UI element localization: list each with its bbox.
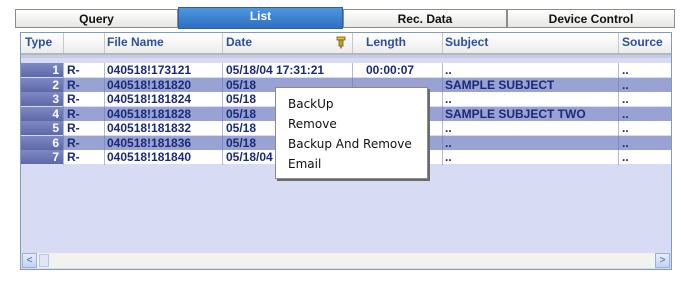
column-header-length[interactable]: Length — [366, 35, 406, 49]
menu-item-backup[interactable]: BackUp — [288, 97, 334, 111]
column-divider — [618, 63, 619, 165]
cell-source: .. — [622, 77, 629, 92]
scroll-right-button[interactable]: > — [655, 253, 670, 268]
table-row[interactable]: 1 R- 040518!173121 05/18/04 17:31:21 00:00:0… — [21, 63, 671, 77]
cell-date: 05/18 — [226, 106, 257, 121]
column-divider — [442, 63, 443, 165]
menu-item-remove[interactable]: Remove — [288, 117, 337, 131]
column-header-row: Type File Name Date Length Subject Sourc… — [21, 33, 671, 55]
cell-file: 040518!181832 — [107, 121, 192, 135]
horizontal-scrollbar[interactable]: < > — [22, 253, 670, 268]
row-number: 1 — [21, 63, 63, 77]
cell-source: .. — [622, 106, 629, 121]
menu-item-backup-and-remove[interactable]: Backup And Remove — [288, 137, 412, 151]
row-number: 5 — [21, 121, 63, 135]
column-header-subject[interactable]: Subject — [445, 35, 488, 49]
cell-subject: SAMPLE SUBJECT TWO — [445, 106, 586, 121]
filter-icon[interactable] — [336, 36, 346, 49]
cell-type: R- — [67, 63, 80, 77]
cell-type: R- — [67, 77, 80, 92]
cell-date: 05/18 — [226, 135, 257, 150]
cell-subject: .. — [445, 135, 452, 150]
cell-type: R- — [67, 121, 80, 135]
cell-subject: .. — [445, 63, 452, 77]
cell-type: R- — [67, 106, 80, 121]
cell-subject: .. — [445, 150, 452, 164]
row-number: 3 — [21, 92, 63, 106]
cell-type: R- — [67, 150, 80, 164]
column-divider — [104, 63, 105, 165]
row-number: 4 — [21, 106, 63, 121]
row-number: 6 — [21, 135, 63, 150]
cell-source: .. — [622, 150, 629, 164]
tab-device-control[interactable]: Device Control — [507, 9, 675, 28]
header-stripe — [21, 55, 671, 58]
cell-date: 05/18 — [226, 77, 257, 92]
cell-date: 05/18/04 17:31:21 — [226, 63, 325, 77]
cell-length: 00:00:07 — [366, 63, 415, 77]
tab-query[interactable]: Query — [15, 9, 178, 28]
column-divider — [222, 63, 223, 165]
column-header-type[interactable]: Type — [25, 35, 52, 49]
menu-item-email[interactable]: Email — [288, 157, 321, 171]
cell-file: 040518!181828 — [107, 106, 192, 121]
cell-date: 05/18 — [226, 92, 257, 106]
column-divider — [63, 63, 64, 165]
cell-file: 040518!181840 — [107, 150, 192, 164]
tab-list[interactable]: List — [178, 7, 343, 29]
cell-file: 040518!181824 — [107, 92, 192, 106]
cell-file: 040518!181836 — [107, 135, 192, 150]
context-menu: BackUp Remove Backup And Remove Email — [275, 87, 428, 179]
cell-file: 040518!181820 — [107, 77, 192, 92]
cell-file: 040518!173121 — [107, 63, 192, 77]
cell-subject: .. — [445, 121, 452, 135]
scroll-left-button[interactable]: < — [22, 253, 37, 268]
row-number: 2 — [21, 77, 63, 92]
column-header-source[interactable]: Source — [622, 35, 663, 49]
cell-date: 05/18 — [226, 121, 257, 135]
cell-source: .. — [622, 121, 629, 135]
cell-source: .. — [622, 92, 629, 106]
scroll-thumb[interactable] — [39, 254, 49, 267]
tab-bar: Query List Rec. Data Device Control — [15, 7, 675, 29]
row-number: 7 — [21, 150, 63, 164]
cell-subject: SAMPLE SUBJECT — [445, 77, 555, 92]
tab-rec-data[interactable]: Rec. Data — [343, 9, 507, 28]
cell-subject: .. — [445, 92, 452, 106]
cell-type: R- — [67, 92, 80, 106]
cell-source: .. — [622, 135, 629, 150]
cell-source: .. — [622, 63, 629, 77]
cell-type: R- — [67, 135, 80, 150]
column-header-date[interactable]: Date — [226, 35, 252, 49]
column-header-file-name[interactable]: File Name — [107, 35, 164, 49]
